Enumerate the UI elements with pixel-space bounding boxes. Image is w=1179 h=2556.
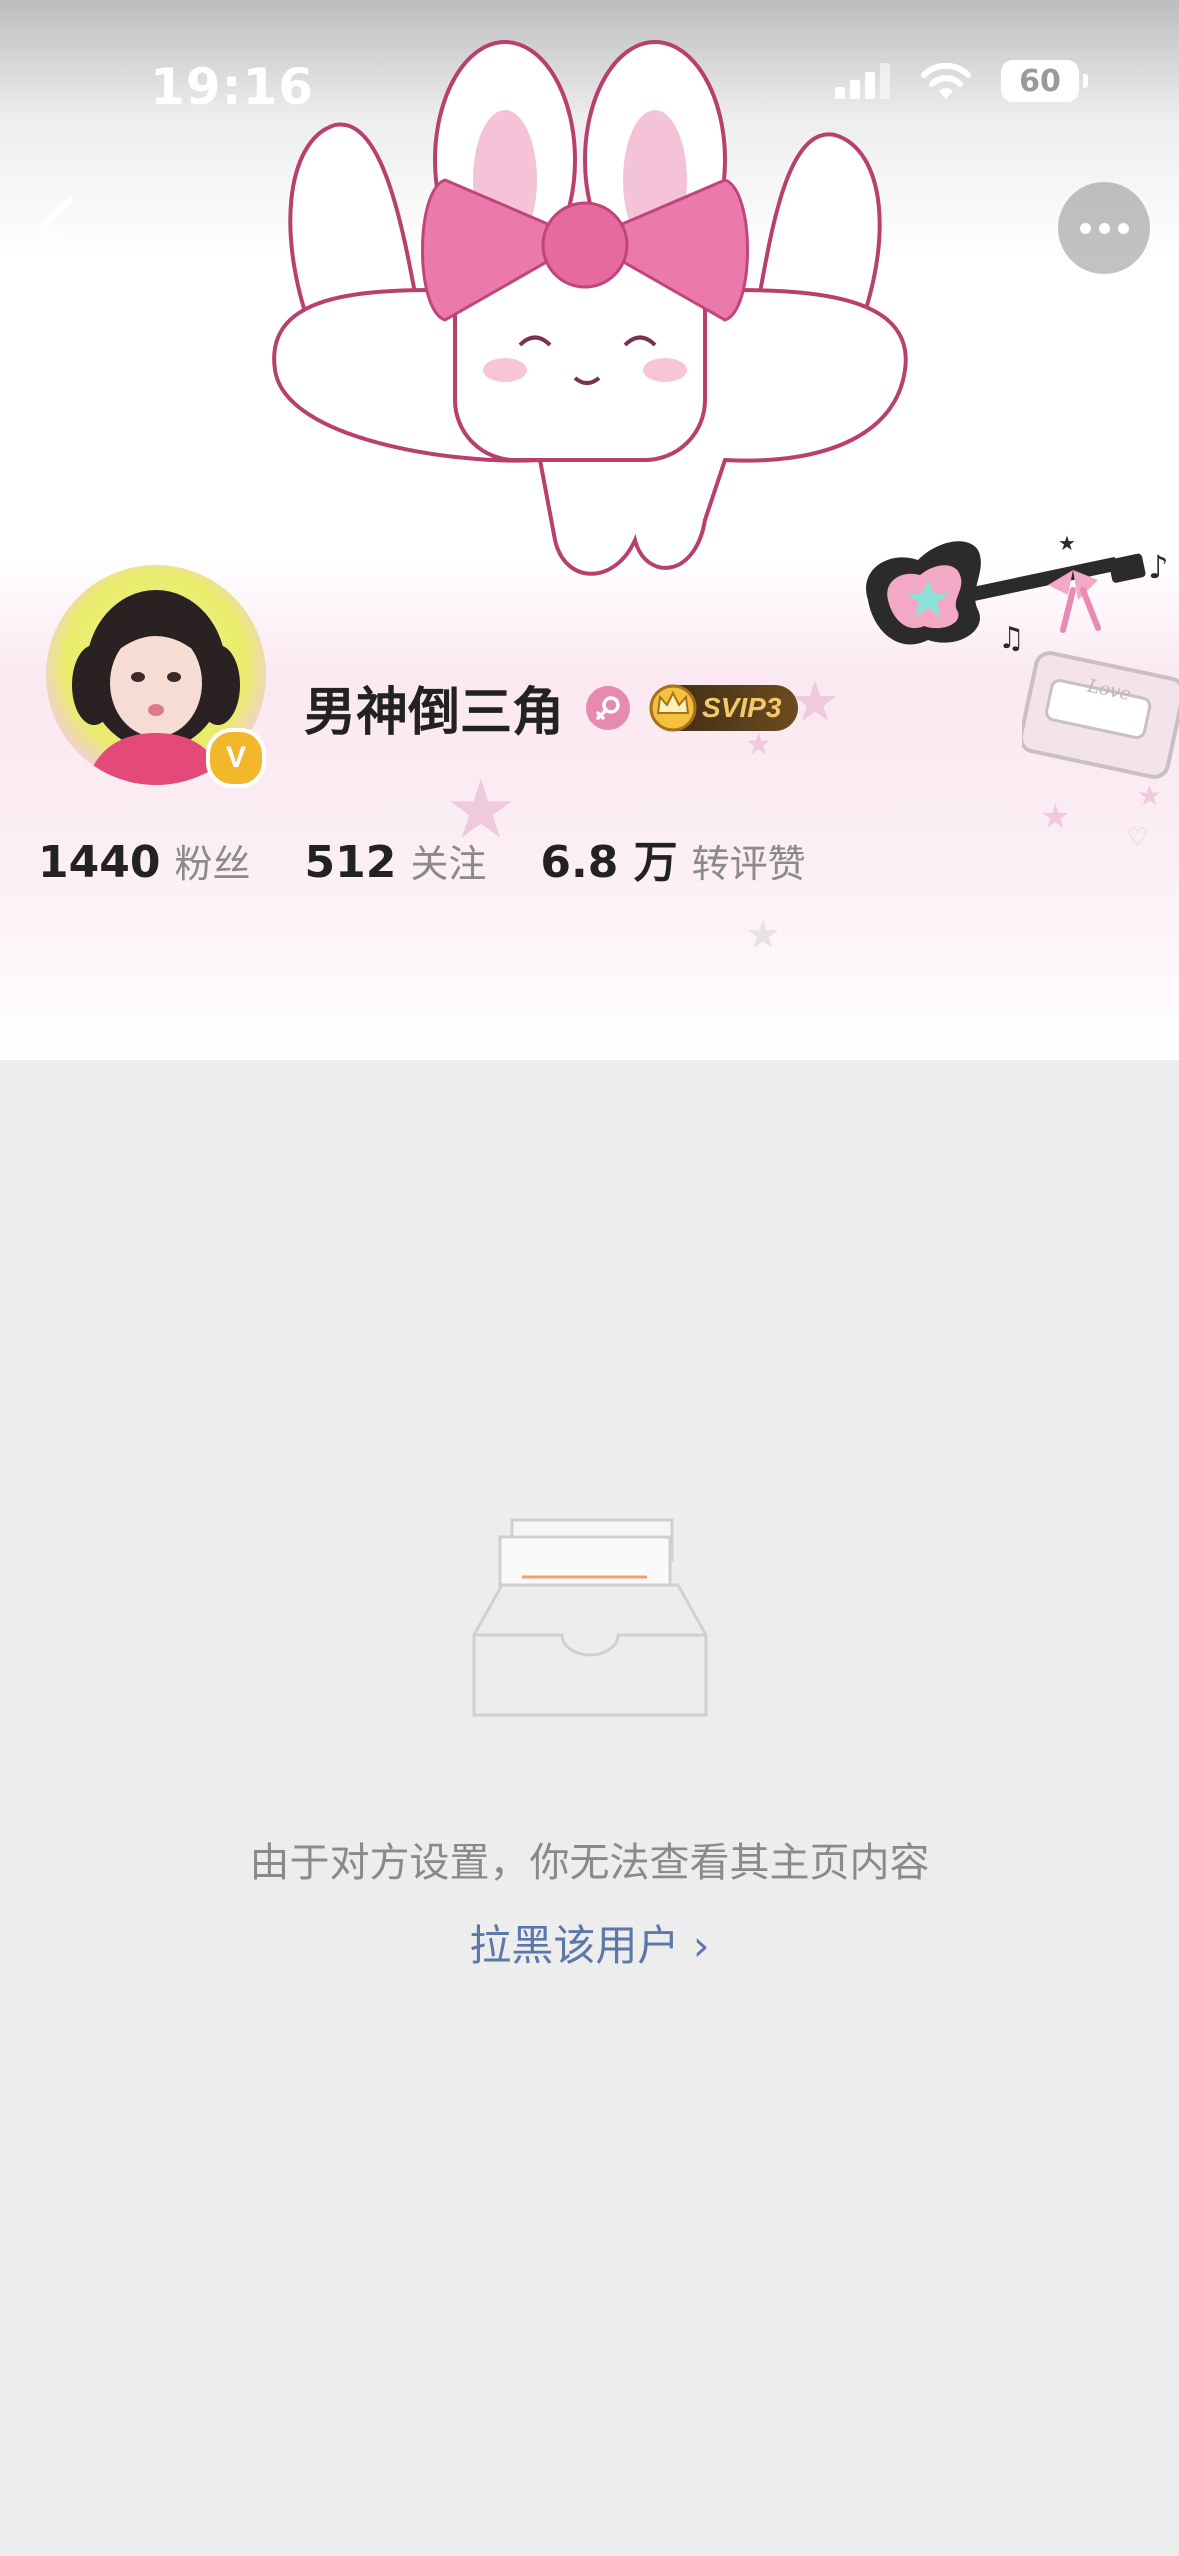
battery-level: 60 [1019,63,1061,99]
cassette-sticker-icon: Love ★ ♡ [1022,651,1179,851]
stat-interactions[interactable]: 6.8 万 转评赞 [540,826,805,890]
empty-inbox-icon [472,1518,708,1717]
svg-text:★: ★ [1058,531,1076,555]
star-decoration-icon: ★ [745,912,781,958]
verified-badge-label: V [225,741,246,774]
verified-badge-icon: V [206,728,266,788]
battery-icon: 60 [1001,60,1088,102]
svg-text:♪: ♪ [1148,548,1168,586]
svg-text:♫: ♫ [998,621,1025,656]
status-icons: 60 [835,60,1088,102]
stat-following[interactable]: 512 关注 [304,833,486,888]
more-dot [1117,222,1129,234]
followers-count: 1440 [38,837,161,888]
more-dot [1098,222,1110,234]
svg-text:♡: ♡ [1127,823,1149,851]
interactions-label: 转评赞 [691,842,806,886]
following-label: 关注 [410,842,487,886]
svip-badge[interactable]: SVIP3 [649,684,799,731]
status-time: 19:16 [150,58,315,116]
cellular-signal-icon [835,63,890,99]
username: 男神倒三角 [304,683,565,743]
stat-followers[interactable]: 1440 粉丝 [38,833,250,888]
followers-label: 粉丝 [174,842,251,886]
back-button[interactable] [28,190,88,262]
block-user-link[interactable]: 拉黑该用户 › [0,1912,1179,1973]
more-button[interactable] [1058,182,1150,274]
stats-row: 1440 粉丝 512 关注 6.8 万 转评赞 [38,826,860,890]
crown-icon [649,684,697,731]
wifi-icon [921,62,971,99]
female-gender-icon [586,685,631,730]
profile-header: 19:16 60 ★ ★ ★ ★ ★ ♪ ♫ ★ Love ★ ♡ V 男神倒三… [0,0,1179,1060]
avatar[interactable]: V [36,560,276,790]
privacy-notice: 由于对方设置，你无法查看其主页内容 [249,1840,930,1886]
chevron-left-icon [39,197,73,255]
name-row: 男神倒三角 SVIP3 [304,670,799,745]
following-count: 512 [304,837,397,888]
status-bar: 19:16 60 [0,0,1179,170]
svg-text:★: ★ [1137,779,1162,812]
svip-level: SVIP3 [702,691,782,723]
more-dots-icon [1079,222,1091,234]
interactions-count: 6.8 万 [540,837,678,888]
